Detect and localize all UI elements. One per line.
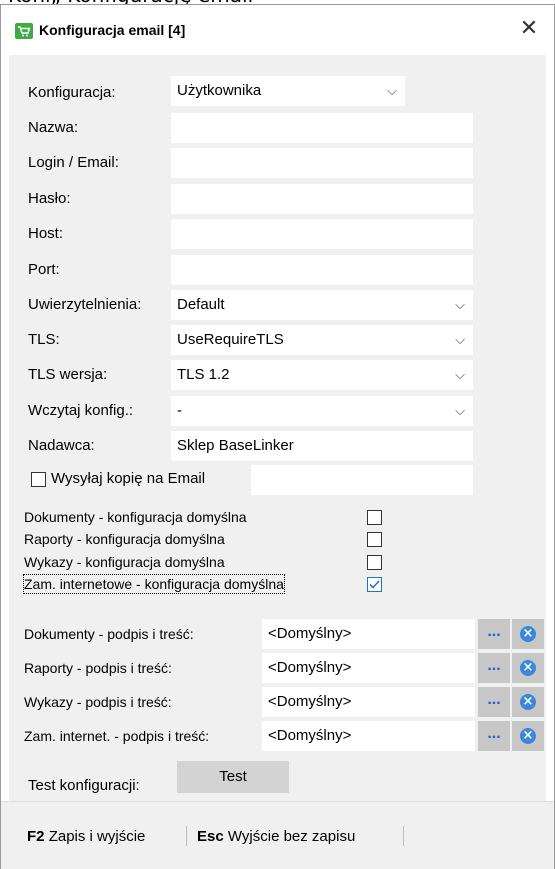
default-label-dokumenty: Dokumenty - konfiguracja domyślna [24, 509, 247, 525]
checkmark-icon [369, 580, 380, 589]
wczytaj-label: Wczytaj konfig.: [28, 402, 134, 419]
signature-field-dokumenty[interactable] [262, 619, 475, 649]
f2-key: F2 [27, 828, 45, 845]
signature-clear-button-zam[interactable]: × [512, 721, 544, 751]
clear-icon: × [520, 694, 536, 710]
footer-divider [186, 826, 187, 846]
uwierzytelnienia-label: Uwierzytelnienia: [28, 296, 142, 313]
cart-icon [15, 23, 33, 39]
konfiguracja-label: Konfiguracja: [28, 84, 116, 101]
signature-label-raporty: Raporty - podpis i treść: [24, 660, 172, 676]
signature-label-dokumenty: Dokumenty - podpis i treść: [24, 626, 194, 642]
signature-clear-button-wykazy[interactable]: × [512, 687, 544, 717]
clear-icon: × [520, 626, 536, 642]
tls-wersja-value: TLS 1.2 [177, 366, 230, 383]
signature-label-zam: Zam. internet. - podpis i treść: [24, 728, 210, 744]
kopia-email-field[interactable] [251, 465, 473, 495]
login-field[interactable] [171, 148, 473, 178]
kopia-checkbox[interactable] [31, 472, 46, 487]
save-exit-shortcut[interactable]: F2 Zapis i wyjście [27, 828, 145, 845]
signature-browse-button-zam[interactable]: ... [478, 721, 510, 751]
signature-label-wykazy: Wykazy - podpis i treść: [24, 694, 172, 710]
chevron-down-icon: ⌵ [455, 297, 465, 312]
host-field[interactable] [171, 219, 473, 249]
test-konfiguracji-label: Test konfiguracji: [28, 777, 140, 794]
esc-label: Wyjście bez zapisu [227, 828, 356, 845]
nazwa-field[interactable] [171, 113, 473, 143]
chevron-down-icon: ⌵ [455, 403, 465, 418]
form-panel: Konfiguracja: Użytkownika ⌵ Nazwa: Login… [9, 55, 546, 801]
signature-field-zam[interactable] [262, 721, 475, 751]
konfiguracja-select[interactable]: Użytkownika ⌵ [171, 76, 405, 106]
chevron-down-icon: ⌵ [387, 83, 397, 98]
signature-clear-button-dokumenty[interactable]: × [512, 619, 544, 649]
wczytaj-value: - [177, 402, 182, 419]
tls-value: UseRequireTLS [177, 331, 284, 348]
port-field[interactable] [171, 255, 473, 285]
signature-browse-button-raporty[interactable]: ... [478, 653, 510, 683]
footer-bar: F2 Zapis i wyjście Esc Wyjście bez zapis… [1, 801, 554, 869]
chevron-down-icon: ⌵ [455, 332, 465, 347]
nadawca-field[interactable] [171, 431, 473, 461]
signature-browse-button-wykazy[interactable]: ... [478, 687, 510, 717]
default-label-zam: Zam. internetowe - konfiguracja domyślna [23, 574, 285, 594]
tls-select[interactable]: UseRequireTLS ⌵ [171, 325, 473, 355]
uwierzytelnienia-value: Default [177, 296, 225, 313]
close-icon[interactable]: ✕ [518, 18, 540, 40]
port-label: Port: [28, 261, 60, 278]
default-checkbox-raporty[interactable] [367, 532, 382, 547]
nadawca-label: Nadawca: [28, 437, 95, 454]
signature-field-raporty[interactable] [262, 653, 475, 683]
uwierzytelnienia-select[interactable]: Default ⌵ [171, 290, 473, 320]
default-checkbox-dokumenty[interactable] [367, 510, 382, 525]
clear-icon: × [520, 728, 536, 744]
signature-clear-button-raporty[interactable]: × [512, 653, 544, 683]
host-label: Host: [28, 225, 64, 242]
nazwa-label: Nazwa: [28, 119, 79, 136]
footer-divider [403, 826, 404, 846]
default-checkbox-zam[interactable] [367, 577, 382, 592]
password-field[interactable] [171, 184, 473, 214]
konfiguracja-value: Użytkownika [177, 82, 262, 99]
esc-key: Esc [197, 828, 224, 845]
test-button[interactable]: Test [177, 761, 289, 793]
chevron-down-icon: ⌵ [455, 367, 465, 382]
clear-icon: × [520, 660, 536, 676]
window-title: Konfiguracja email [4] [39, 22, 186, 38]
wczytaj-select[interactable]: - ⌵ [171, 396, 473, 426]
tls-wersja-label: TLS wersja: [28, 366, 108, 383]
default-checkbox-wykazy[interactable] [367, 555, 382, 570]
default-label-raporty: Raporty - konfiguracja domyślna [24, 531, 225, 547]
login-label: Login / Email: [28, 154, 119, 171]
title-bar: Konfiguracja email [4] ✕ [1, 5, 554, 55]
kopia-label: Wysyłaj kopię na Email [51, 470, 206, 487]
signature-field-wykazy[interactable] [262, 687, 475, 717]
tls-label: TLS: [28, 331, 60, 348]
tls-wersja-select[interactable]: TLS 1.2 ⌵ [171, 360, 473, 390]
haslo-label: Hasło: [28, 190, 71, 207]
default-label-wykazy: Wykazy - konfiguracja domyślna [24, 554, 225, 570]
signature-browse-button-dokumenty[interactable]: ... [478, 619, 510, 649]
exit-no-save-shortcut[interactable]: Esc Wyjście bez zapisu [197, 828, 355, 845]
dialog-window: Konfiguracja email [4] ✕ Konfiguracja: U… [0, 4, 555, 869]
f2-label: Zapis i wyjście [48, 828, 146, 845]
